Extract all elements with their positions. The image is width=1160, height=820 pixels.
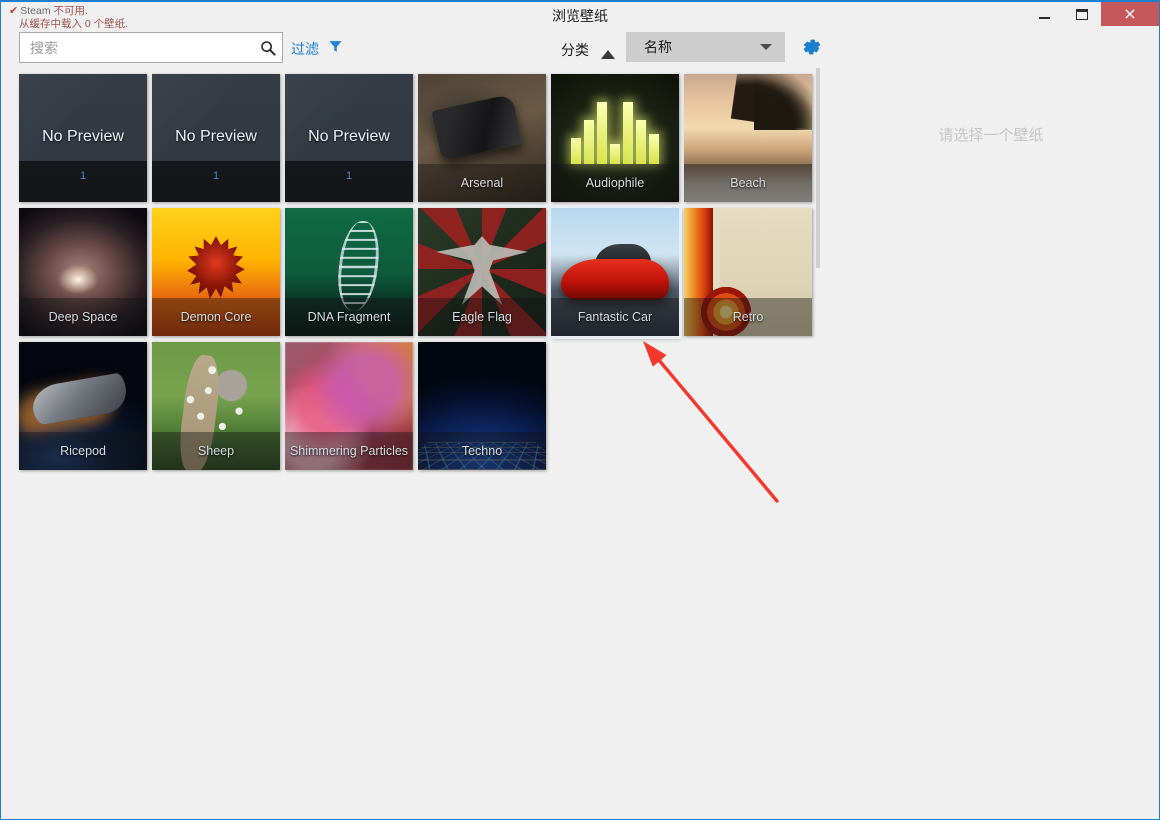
wallpaper-tile[interactable]: Arsenal [418,74,546,202]
wallpaper-grid-pane[interactable]: No Preview 1 No Preview 1 No Preview 1 Arsenal… [13,68,819,722]
wallpaper-tile[interactable]: DNA Fragment [285,208,413,336]
wallpaper-tile[interactable]: Audiophile [551,74,679,202]
maximize-icon [1076,9,1088,20]
wallpaper-tile[interactable]: Shimmering Particles [285,342,413,470]
no-preview-label: No Preview [19,128,147,146]
sort-select[interactable]: 名称 [626,32,785,62]
no-preview-label: No Preview [285,128,413,146]
preview-pane: 请选择一个壁纸 [829,68,1153,719]
minimize-icon [1039,17,1050,19]
steam-unavailable-icon: ✔ [9,5,18,17]
steam-status: ✔Steam 不可用. 从缓存中载入 0 个壁纸. [9,5,128,31]
wallpaper-tile[interactable]: Sheep [152,342,280,470]
wallpaper-tile[interactable]: Fantastic Car [551,208,679,336]
wallpaper-count: 1 [19,170,147,182]
wallpaper-title: Deep Space [19,298,147,336]
audio-bars [559,86,671,164]
preview-empty-text: 请选择一个壁纸 [829,124,1153,145]
wallpaper-title: Ricepod [19,432,147,470]
close-icon: × [1123,6,1136,22]
wallpaper-tile[interactable]: Beach [684,74,812,202]
wallpaper-count: 1 [152,170,280,182]
steam-state: 不可用. [54,5,88,17]
close-button[interactable]: × [1101,2,1159,26]
wallpaper-tile[interactable]: Eagle Flag [418,208,546,336]
title-bar: 浏览壁纸 × [1,2,1159,26]
wallpaper-tile[interactable]: Retro [684,208,812,336]
search-icon[interactable] [254,40,282,56]
wallpaper-title: Beach [684,164,812,202]
wallpaper-title: Retro [684,298,812,336]
steam-label: Steam [20,5,50,17]
filter-link[interactable]: 过滤 [291,39,319,59]
window-title: 浏览壁纸 [1,6,1159,26]
wallpaper-title: DNA Fragment [285,298,413,336]
no-preview-label: No Preview [152,128,280,146]
car-roof [595,244,651,270]
gear-icon[interactable] [801,36,823,58]
wallpaper-tile[interactable]: No Preview 1 [152,74,280,202]
toolbar: 过滤 分类 名称 [1,30,1159,66]
wallpaper-tile[interactable]: No Preview 1 [19,74,147,202]
wallpaper-title: Audiophile [551,164,679,202]
wallpaper-tile[interactable]: Demon Core [152,208,280,336]
funnel-icon[interactable] [328,39,343,59]
wallpaper-title: Sheep [152,432,280,470]
wallpaper-grid: No Preview 1 No Preview 1 No Preview 1 Arsenal… [13,68,819,476]
wallpaper-title: Techno [418,432,546,470]
search-input[interactable] [20,33,254,62]
triangle-up-icon[interactable] [601,46,615,64]
grid-scrollbar[interactable] [816,68,820,268]
maximize-button[interactable] [1063,2,1101,26]
sort-select-value: 名称 [626,37,672,57]
wallpaper-browser-window: 浏览壁纸 × ✔Steam 不可用. 从缓存中载入 0 个壁纸. [0,0,1160,820]
wallpaper-tile[interactable]: Deep Space [19,208,147,336]
window-controls: × [1025,2,1159,26]
wallpaper-tile[interactable]: No Preview 1 [285,74,413,202]
wallpaper-title: Shimmering Particles [285,432,413,470]
wallpaper-tile[interactable]: Ricepod [19,342,147,470]
wallpaper-title: Eagle Flag [418,298,546,336]
search-box[interactable] [19,32,283,63]
wallpaper-count: 1 [285,170,413,182]
wallpaper-title: Fantastic Car [551,298,679,336]
minimize-button[interactable] [1025,2,1063,26]
wallpaper-tile[interactable]: Techno [418,342,546,470]
sort-label: 分类 [561,40,589,60]
bottom-bar: 浏览创意工坊 浏览商店 从文件中打开 [1,719,1159,819]
wallpaper-title: Arsenal [418,164,546,202]
chevron-down-icon [760,44,772,50]
wallpaper-title: Demon Core [152,298,280,336]
